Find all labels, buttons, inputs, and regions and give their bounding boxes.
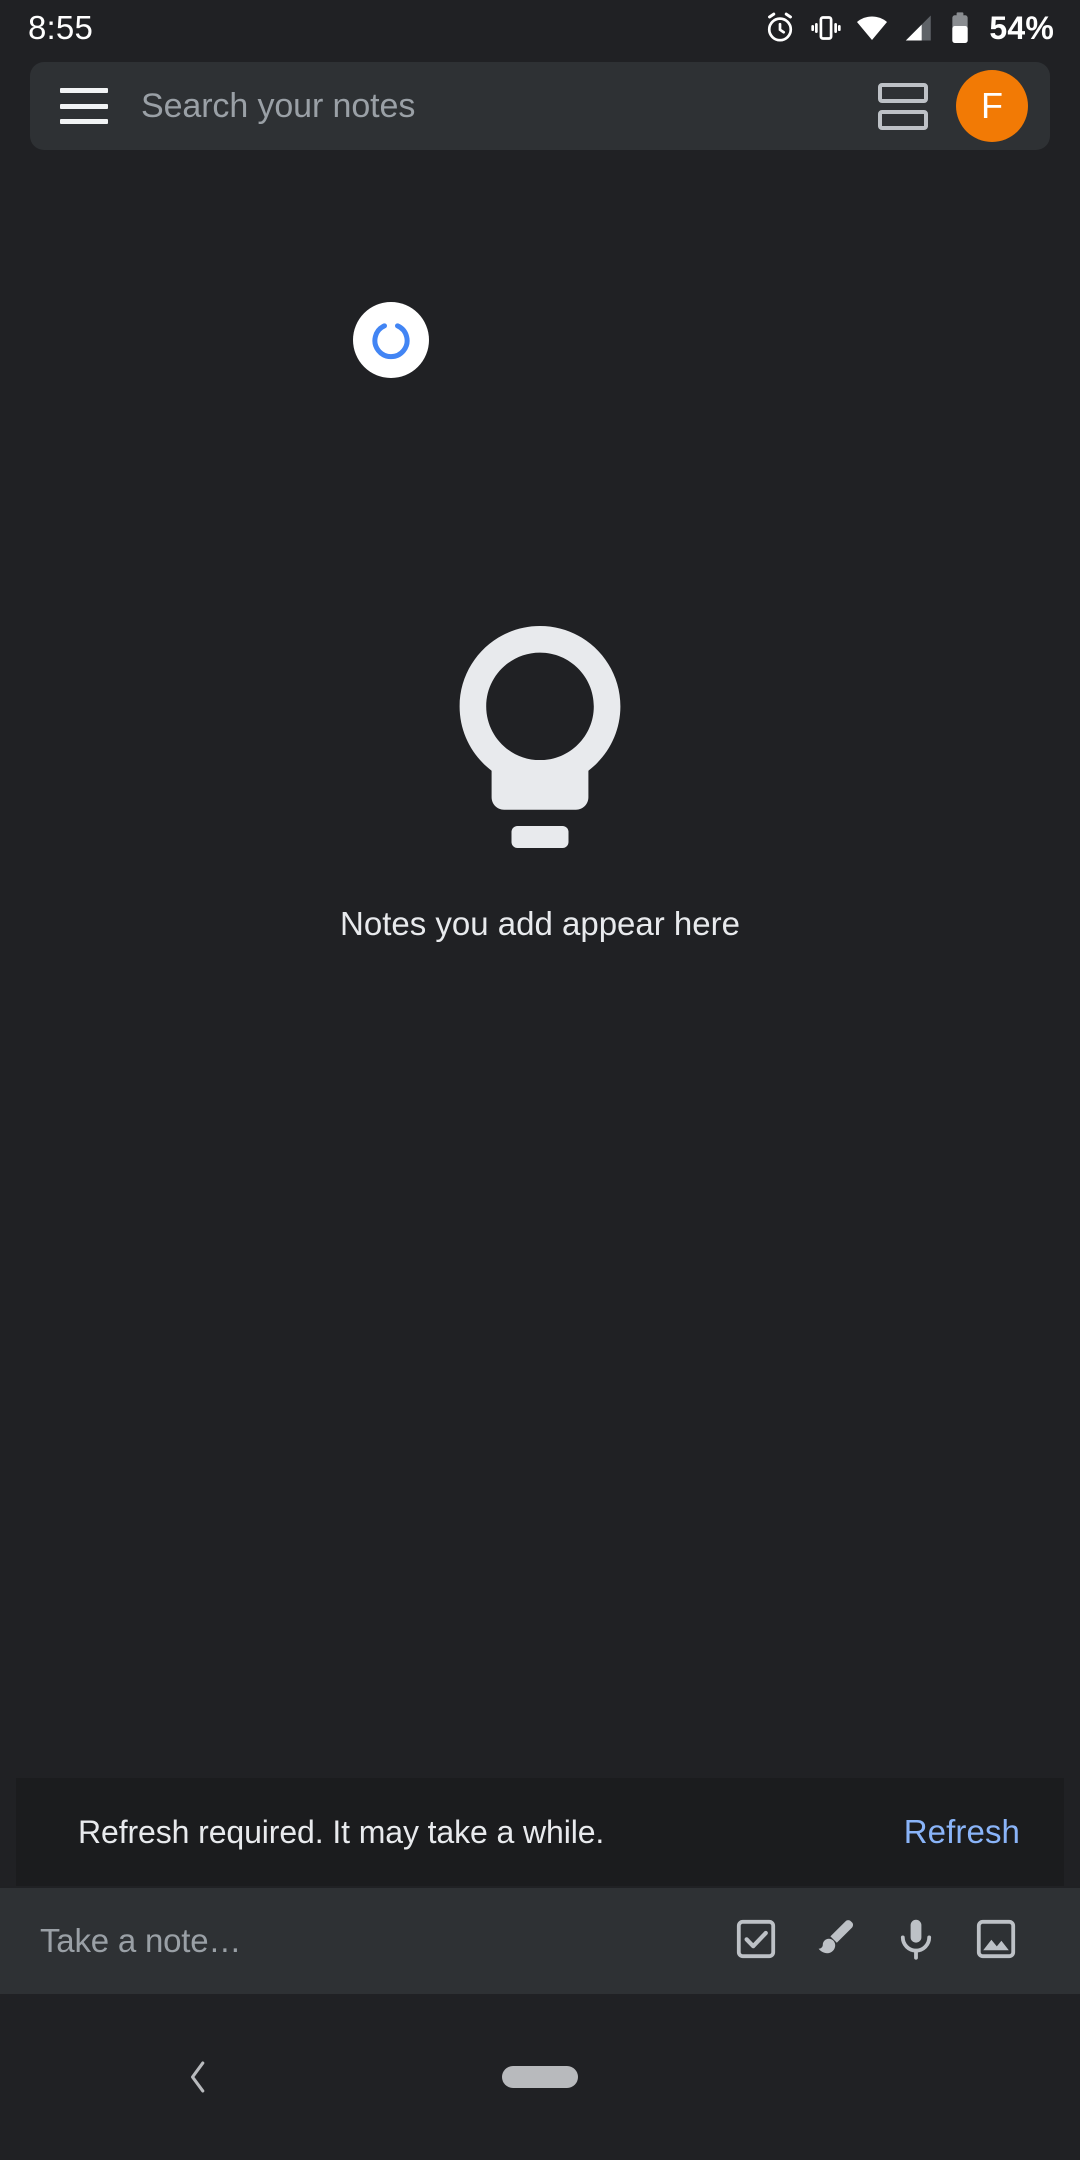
take-a-note-placeholder[interactable]: Take a note… xyxy=(40,1922,716,1960)
image-icon xyxy=(972,1915,1020,1968)
hamburger-menu-icon[interactable] xyxy=(60,88,108,124)
status-clock: 8:55 xyxy=(28,9,94,46)
brush-icon xyxy=(812,1915,860,1968)
empty-state-message: Notes you add appear here xyxy=(340,905,740,942)
checkbox-list-icon xyxy=(732,1915,780,1968)
wifi-icon xyxy=(855,11,889,45)
status-icons: 54% xyxy=(763,10,1054,47)
snackbar: Refresh required. It may take a while. R… xyxy=(16,1778,1064,1886)
new-drawing-button[interactable] xyxy=(796,1901,876,1981)
status-bar: 8:55 54% xyxy=(0,0,1080,56)
cell-signal-icon xyxy=(901,11,935,45)
empty-state: Notes you add appear here xyxy=(0,620,1080,943)
microphone-icon xyxy=(892,1915,940,1968)
home-pill-icon[interactable] xyxy=(502,2066,578,2088)
alarm-icon xyxy=(763,11,797,45)
back-chevron-icon[interactable] xyxy=(163,2042,233,2112)
search-input[interactable] xyxy=(108,86,874,126)
refresh-button[interactable]: Refresh xyxy=(904,1813,1020,1851)
android-nav-bar xyxy=(0,1994,1080,2160)
search-bar[interactable]: F xyxy=(30,62,1050,150)
new-voice-note-button[interactable] xyxy=(876,1901,956,1981)
app-screen: 8:55 54% Search your notes F Notes you a… xyxy=(0,0,1080,2160)
list-view-toggle-icon[interactable] xyxy=(874,77,932,135)
new-image-note-button[interactable] xyxy=(956,1901,1036,1981)
lightbulb-icon xyxy=(447,620,633,855)
sync-spinner-icon xyxy=(353,302,429,378)
take-a-note-bar[interactable]: Take a note… xyxy=(0,1888,1080,1994)
avatar[interactable]: F xyxy=(956,70,1028,142)
vibrate-icon xyxy=(809,11,843,45)
new-list-button[interactable] xyxy=(716,1901,796,1981)
snackbar-message: Refresh required. It may take a while. xyxy=(78,1813,605,1850)
battery-percentage: 54% xyxy=(989,9,1054,46)
battery-icon xyxy=(947,11,973,45)
